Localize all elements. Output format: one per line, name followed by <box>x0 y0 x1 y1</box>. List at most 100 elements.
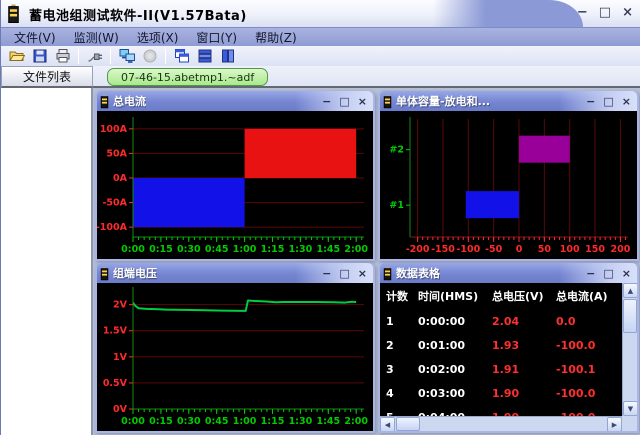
menu-item-3[interactable]: 窗口(Y) <box>187 29 246 46</box>
vertical-scroll-thumb[interactable] <box>623 299 637 333</box>
pack-voltage-chart: 2V1.5V1V0.5V0V0:000:150:300:451:001:151:… <box>97 283 373 431</box>
table-cell: 2 <box>380 339 412 352</box>
svg-text:1:00: 1:00 <box>233 244 257 255</box>
minimize-icon[interactable]: − <box>577 3 588 23</box>
window-title: 数据表格 <box>396 265 440 281</box>
cascade-windows-button[interactable] <box>170 47 193 66</box>
open-file-icon <box>9 48 25 64</box>
scroll-right-button[interactable]: ▶ <box>607 417 622 431</box>
close-icon[interactable]: × <box>358 267 367 280</box>
toolbar-separator <box>165 49 166 64</box>
svg-text:1:30: 1:30 <box>289 416 313 427</box>
tile-horizontal-button[interactable] <box>193 47 216 66</box>
titlebar-swoosh <box>433 0 583 27</box>
window-content-total-current: 100A50A0A-50A-100A0:000:150:300:451:001:… <box>97 111 373 259</box>
svg-text:-100: -100 <box>456 244 480 255</box>
menu-bar: 文件(V)监测(W)选项(X)窗口(Y)帮助(Z) <box>1 27 640 46</box>
svg-text:200: 200 <box>610 244 630 255</box>
maximize-icon[interactable]: □ <box>603 95 613 108</box>
window-titlebar-cell-capacity[interactable]: 单体容量-放电和...−□× <box>380 91 637 111</box>
toolbar <box>1 46 640 66</box>
minimize-icon[interactable]: − <box>586 95 595 108</box>
close-icon[interactable]: × <box>358 95 367 108</box>
svg-text:100: 100 <box>560 244 580 255</box>
svg-text:0:45: 0:45 <box>205 244 229 255</box>
vertical-scrollbar[interactable]: ▲▼ <box>622 283 637 416</box>
maximize-icon[interactable]: □ <box>339 95 349 108</box>
child-window-pack-voltage: 组端电压−□×2V1.5V1V0.5V0V0:000:150:300:451:0… <box>95 263 375 433</box>
window-content-cell-capacity: #1#2-200-150-100-50050100150200 <box>380 111 637 259</box>
file-list-panel[interactable] <box>1 88 93 435</box>
file-list-header: 文件列表 <box>1 66 93 88</box>
tile-vertical-button[interactable] <box>216 47 239 66</box>
main-window-controls: − □ × <box>577 3 633 23</box>
minimize-icon[interactable]: − <box>322 267 331 280</box>
minimize-icon[interactable]: − <box>586 267 595 280</box>
document-tab-strip: 07-46-15.abetmp1.~adf <box>93 66 640 88</box>
battery-icon <box>100 266 109 281</box>
battery-icon <box>383 266 392 281</box>
document-tab[interactable]: 07-46-15.abetmp1.~adf <box>107 68 268 86</box>
mdi-workspace: 总电流−□×100A50A0A-50A-100A0:000:150:300:45… <box>93 88 640 435</box>
print-button[interactable] <box>51 47 74 66</box>
data-table-grid: 计数时间(HMS)总电压(V)总电流(A)10:00:002.040.020:0… <box>380 283 622 416</box>
svg-text:1:30: 1:30 <box>289 244 313 255</box>
svg-text:-50: -50 <box>485 244 503 255</box>
close-icon[interactable]: × <box>622 3 633 23</box>
connect-device-icon <box>87 48 103 64</box>
table-cell: 0.0 <box>550 315 622 328</box>
window-controls: −□ × <box>322 263 367 283</box>
menu-item-4[interactable]: 帮助(Z) <box>246 29 306 46</box>
tile-vertical-icon <box>220 48 236 64</box>
save-file-button[interactable] <box>28 47 51 66</box>
svg-text:0:30: 0:30 <box>177 244 201 255</box>
table-header-cell: 总电流(A) <box>550 288 622 304</box>
app-title: 蓄电池组测试软件-II(V1.57Bata) <box>29 5 247 24</box>
table-header-cell: 计数 <box>380 288 412 304</box>
svg-text:0.5V: 0.5V <box>103 378 128 389</box>
menu-item-0[interactable]: 文件(V) <box>5 29 65 46</box>
svg-text:1:45: 1:45 <box>316 416 340 427</box>
svg-text:50: 50 <box>538 244 552 255</box>
svg-text:1:45: 1:45 <box>316 244 340 255</box>
svg-text:50A: 50A <box>106 148 127 159</box>
scroll-left-button[interactable]: ◀ <box>380 417 395 431</box>
maximize-icon[interactable]: □ <box>603 267 613 280</box>
table-row: 20:01:001.93-100.0 <box>380 333 622 357</box>
scroll-down-button[interactable]: ▼ <box>623 401 637 416</box>
maximize-icon[interactable]: □ <box>339 267 349 280</box>
connect-device-button[interactable] <box>83 47 106 66</box>
table-cell: -100.0 <box>550 387 622 400</box>
menu-item-2[interactable]: 选项(X) <box>128 29 188 46</box>
battery-app-icon <box>7 4 20 23</box>
window-titlebar-total-current[interactable]: 总电流−□× <box>97 91 373 111</box>
minimize-icon[interactable]: − <box>322 95 331 108</box>
svg-text:0:00: 0:00 <box>121 244 145 255</box>
svg-text:#2: #2 <box>389 145 404 156</box>
table-cell: 2.04 <box>486 315 550 328</box>
svg-text:0V: 0V <box>113 404 128 415</box>
cell-capacity-chart: #1#2-200-150-100-50050100150200 <box>380 111 637 259</box>
menu-item-1[interactable]: 监测(W) <box>65 29 128 46</box>
monitor-windows-button[interactable] <box>115 47 138 66</box>
horizontal-scroll-thumb[interactable] <box>396 417 420 431</box>
svg-text:1:15: 1:15 <box>261 416 285 427</box>
table-cell: 1.91 <box>486 363 550 376</box>
window-titlebar-pack-voltage[interactable]: 组端电压−□× <box>97 263 373 283</box>
close-icon[interactable]: × <box>622 267 631 280</box>
battery-icon <box>100 94 109 109</box>
svg-text:150: 150 <box>585 244 605 255</box>
maximize-icon[interactable]: □ <box>599 3 611 23</box>
svg-text:2:00: 2:00 <box>344 416 368 427</box>
window-controls: −□ × <box>586 91 631 111</box>
svg-text:-200: -200 <box>406 244 430 255</box>
save-file-icon <box>32 48 48 64</box>
scroll-up-button[interactable]: ▲ <box>623 283 637 298</box>
close-icon[interactable]: × <box>622 95 631 108</box>
window-titlebar-data-table[interactable]: 数据表格 −□ × <box>380 263 637 283</box>
battery-icon <box>383 94 392 109</box>
horizontal-scrollbar[interactable]: ◀▶ <box>380 416 622 431</box>
open-file-button[interactable] <box>5 47 28 66</box>
svg-text:100A: 100A <box>100 124 128 135</box>
table-row: 50:04:001.90-100.0 <box>380 405 622 416</box>
